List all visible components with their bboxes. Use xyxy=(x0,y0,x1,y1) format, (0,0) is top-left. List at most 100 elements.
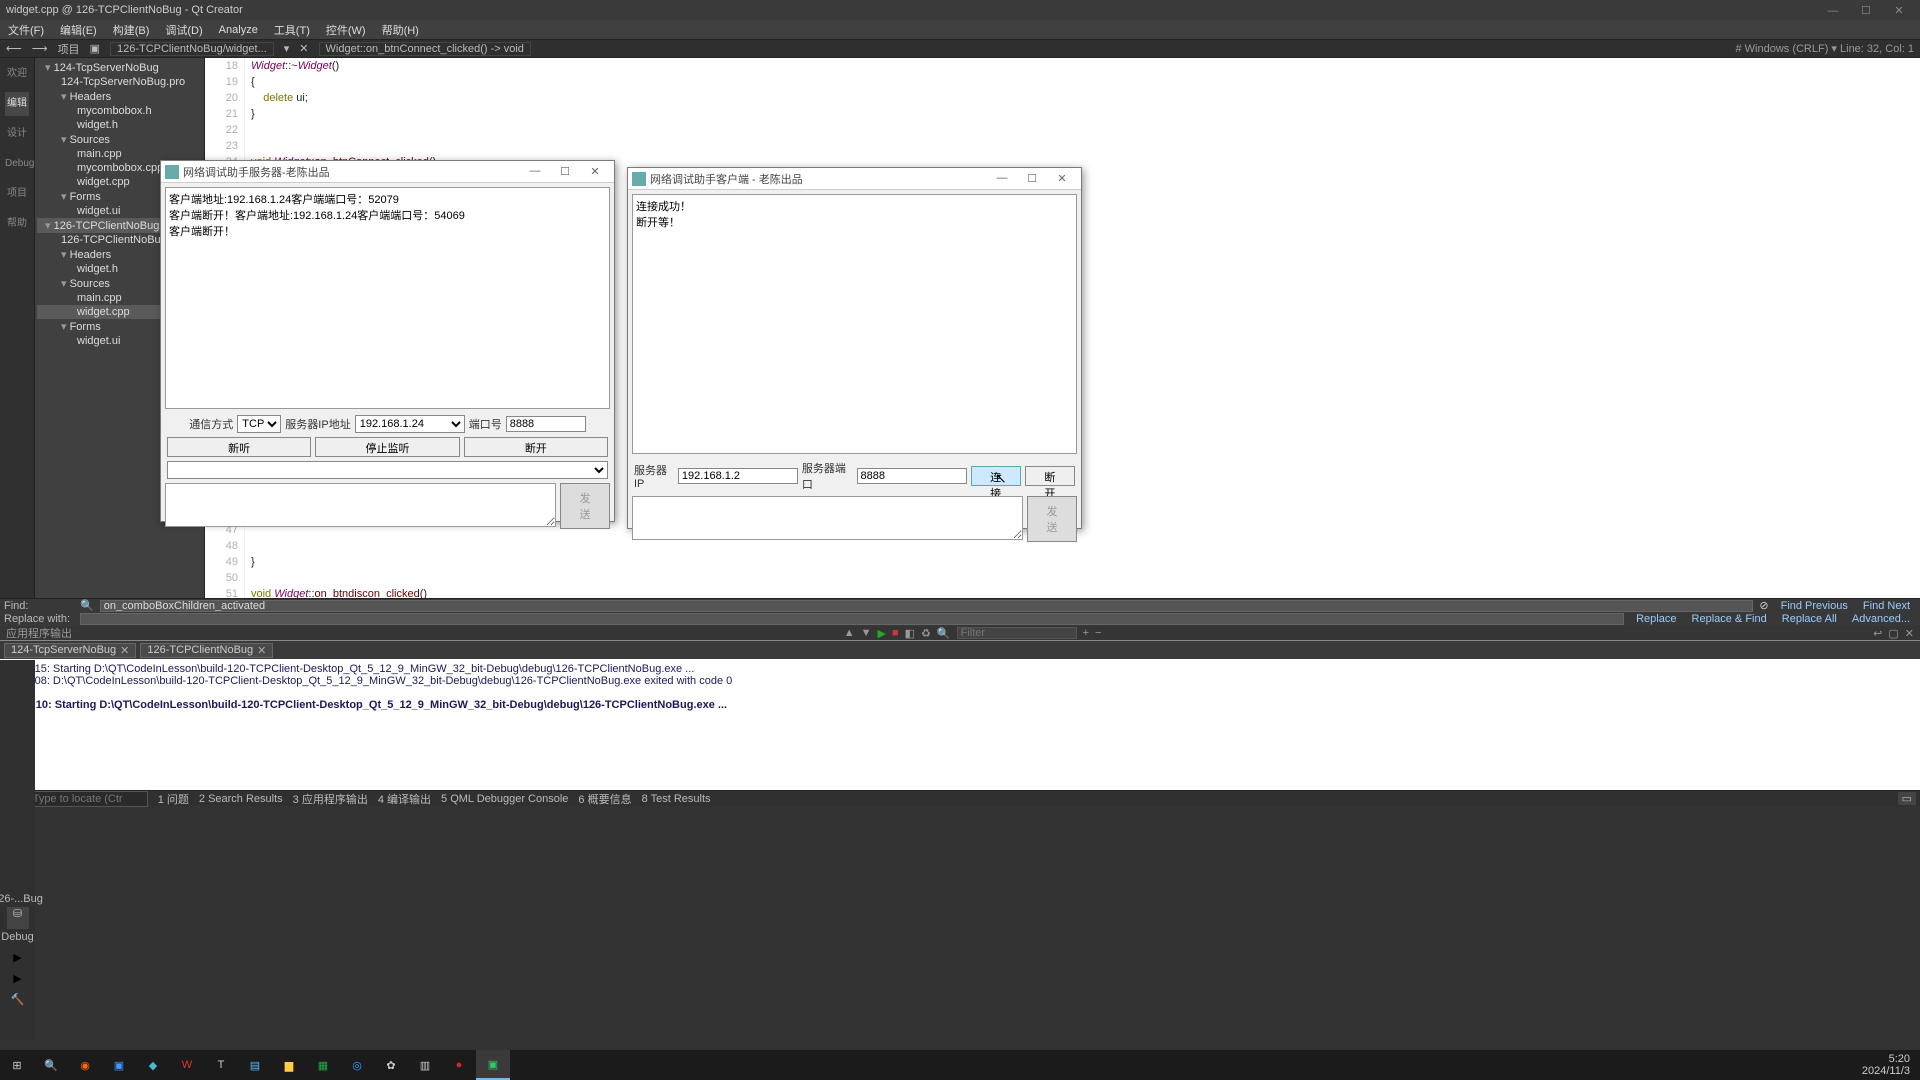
replace-input[interactable] xyxy=(80,613,1624,625)
server-log[interactable]: 客户端地址:192.168.1.24客户端端口号：52079 客户端断开！客户端… xyxy=(165,187,610,409)
menu-analyze[interactable]: Analyze xyxy=(215,24,262,36)
minimize-icon[interactable]: — xyxy=(987,172,1017,185)
taskbar-wps[interactable]: W xyxy=(170,1050,204,1080)
client-send-textarea[interactable] xyxy=(632,496,1023,540)
output-attach-icon[interactable]: ◧ xyxy=(905,627,915,640)
output-stop-icon[interactable]: ■ xyxy=(892,627,899,639)
maximize-icon[interactable]: ☐ xyxy=(1851,4,1881,17)
function-breadcrumb[interactable]: Widget::on_btnConnect_clicked() -> void xyxy=(319,42,531,56)
port-input[interactable] xyxy=(506,416,586,432)
taskbar-firefox[interactable]: ◉ xyxy=(68,1050,102,1080)
stop-listen-button[interactable]: 停止监听 xyxy=(315,437,459,457)
find-next-button[interactable]: Find Next xyxy=(1857,600,1916,612)
mode-help[interactable]: 帮助 xyxy=(5,212,29,236)
taskbar-excel[interactable]: ▦ xyxy=(306,1050,340,1080)
tree-item[interactable]: 124-TcpServerNoBug xyxy=(37,60,202,75)
taskbar-browser[interactable]: ◎ xyxy=(340,1050,374,1080)
taskbar-qtdesigner[interactable]: ▣ xyxy=(476,1050,510,1080)
tree-item[interactable]: Sources xyxy=(37,132,202,147)
toolbar-fwd-icon[interactable]: ⟶ xyxy=(32,42,48,55)
maximize-icon[interactable]: ☐ xyxy=(1017,172,1047,185)
minimize-icon[interactable]: — xyxy=(520,165,550,178)
menu-bar[interactable]: 文件(F) 编辑(E) 构建(B) 调试(D) Analyze 工具(T) 控件… xyxy=(0,20,1920,40)
output-tab-server[interactable]: 124-TcpServerNoBug ✕ xyxy=(4,643,136,658)
replace-button[interactable]: Replace xyxy=(1630,613,1682,625)
client-disconnect-button[interactable]: 断开 xyxy=(1025,466,1075,486)
menu-edit[interactable]: 编辑(E) xyxy=(56,22,101,38)
proto-select[interactable]: TCP xyxy=(237,415,281,433)
tree-item[interactable]: 124-TcpServerNoBug.pro xyxy=(37,75,202,89)
taskbar-explorer[interactable]: ▆ xyxy=(272,1050,306,1080)
taskbar[interactable]: ⊞ 🔍 ◉ ▣ ◆ W T ▤ ▆ ▦ ◎ ✿ ▥ ● ▣ 5:20 2024/… xyxy=(0,1050,1920,1080)
clear-icon[interactable]: ⊘ xyxy=(1759,599,1768,612)
client-select[interactable] xyxy=(167,461,608,479)
status-qml[interactable]: 5 QML Debugger Console xyxy=(441,793,568,805)
menu-tools[interactable]: 工具(T) xyxy=(270,22,314,38)
splitter-icon[interactable]: ▾ xyxy=(284,42,290,55)
zoom-in-icon[interactable]: + xyxy=(1083,627,1089,639)
status-tests[interactable]: 8 Test Results xyxy=(642,793,711,805)
progress-indicator[interactable]: ▭ xyxy=(1898,792,1916,805)
output-up-icon[interactable]: ▲ xyxy=(844,627,855,639)
mode-edit[interactable]: 编辑 xyxy=(5,92,29,116)
run-button[interactable]: ▶ xyxy=(13,951,21,964)
ip-select[interactable]: 192.168.1.24 xyxy=(355,415,465,433)
server-send-textarea[interactable] xyxy=(165,483,556,527)
maximize-icon[interactable]: ☐ xyxy=(550,165,580,178)
locator-input[interactable] xyxy=(28,791,148,807)
status-appout[interactable]: 3 应用程序输出 xyxy=(293,791,368,807)
output-filter-input[interactable] xyxy=(957,627,1077,639)
taskbar-notepad[interactable]: ▤ xyxy=(238,1050,272,1080)
menu-file[interactable]: 文件(F) xyxy=(4,22,48,38)
toolbar-filter-icon[interactable]: ▣ xyxy=(90,42,100,55)
toolbar-back-icon[interactable]: ⟵ xyxy=(6,42,22,55)
find-input[interactable] xyxy=(100,600,1754,612)
taskbar-typora[interactable]: T xyxy=(204,1050,238,1080)
mode-projects[interactable]: 项目 xyxy=(5,182,29,206)
status-compile[interactable]: 4 编译输出 xyxy=(378,791,431,807)
client-window[interactable]: 网络调试助手客户端 - 老陈出品 — ☐ ✕ 连接成功！ 断开等！ 服务器IP … xyxy=(627,167,1082,529)
taskbar-app1[interactable]: ▣ xyxy=(102,1050,136,1080)
close-icon[interactable]: ✕ xyxy=(1884,4,1914,17)
status-general[interactable]: 6 概要信息 xyxy=(578,791,631,807)
close-tab-icon[interactable]: ✕ xyxy=(120,644,129,657)
tree-item[interactable]: Headers xyxy=(37,89,202,104)
menu-build[interactable]: 构建(B) xyxy=(109,22,154,38)
menu-widgets[interactable]: 控件(W) xyxy=(322,22,370,38)
client-send-button[interactable]: 发送 xyxy=(1027,496,1077,542)
start-button[interactable]: ⊞ xyxy=(0,1050,34,1080)
application-output[interactable]: 05:18:15: Starting D:\QT\CodeInLesson\bu… xyxy=(0,659,1920,790)
disconnect-button[interactable]: 断开 xyxy=(464,437,608,457)
find-previous-button[interactable]: Find Previous xyxy=(1775,600,1854,612)
client-port-input[interactable] xyxy=(857,468,967,484)
output-recycle-icon[interactable]: ♻ xyxy=(921,627,931,640)
output-down-icon[interactable]: ▼ xyxy=(861,627,872,639)
zoom-out-icon[interactable]: − xyxy=(1095,627,1101,639)
menu-help[interactable]: 帮助(H) xyxy=(378,22,423,38)
close-icon[interactable]: ✕ xyxy=(1047,172,1077,185)
minimize-icon[interactable]: — xyxy=(1818,5,1848,17)
build-button[interactable]: 🔨 xyxy=(11,993,25,1006)
close-icon[interactable]: ✕ xyxy=(580,165,610,178)
close-tab-icon[interactable]: ✕ xyxy=(299,42,308,55)
close-pane-icon[interactable]: ✕ xyxy=(1905,627,1914,640)
tree-item[interactable]: main.cpp xyxy=(37,147,202,161)
close-tab-icon[interactable]: ✕ xyxy=(257,644,266,657)
mode-design[interactable]: 设计 xyxy=(5,122,29,146)
taskbar-app2[interactable]: ◆ xyxy=(136,1050,170,1080)
file-breadcrumb[interactable]: 126-TCPClientNoBug/widget... xyxy=(110,42,274,56)
advanced-button[interactable]: Advanced... xyxy=(1846,613,1916,625)
taskbar-calc[interactable]: ▥ xyxy=(408,1050,442,1080)
system-clock[interactable]: 5:20 2024/11/3 xyxy=(1852,1053,1920,1077)
mode-welcome[interactable]: 欢迎 xyxy=(5,62,29,86)
run-debug-button[interactable]: ▶ xyxy=(13,972,21,985)
listen-button[interactable]: 新听 xyxy=(167,437,311,457)
status-issues[interactable]: 1 问题 xyxy=(158,791,189,807)
kit-selector[interactable]: 126-...Bug ⛁ Debug xyxy=(0,893,43,943)
encoding-position-status[interactable]: # Windows (CRLF) ▾ Line: 32, Col: 1 xyxy=(1735,42,1914,55)
replace-find-button[interactable]: Replace & Find xyxy=(1686,613,1773,625)
wrap-icon[interactable]: ↩ xyxy=(1873,627,1882,640)
client-ip-input[interactable] xyxy=(678,468,798,484)
client-log[interactable]: 连接成功！ 断开等！ xyxy=(632,194,1077,454)
taskbar-rec[interactable]: ● xyxy=(442,1050,476,1080)
